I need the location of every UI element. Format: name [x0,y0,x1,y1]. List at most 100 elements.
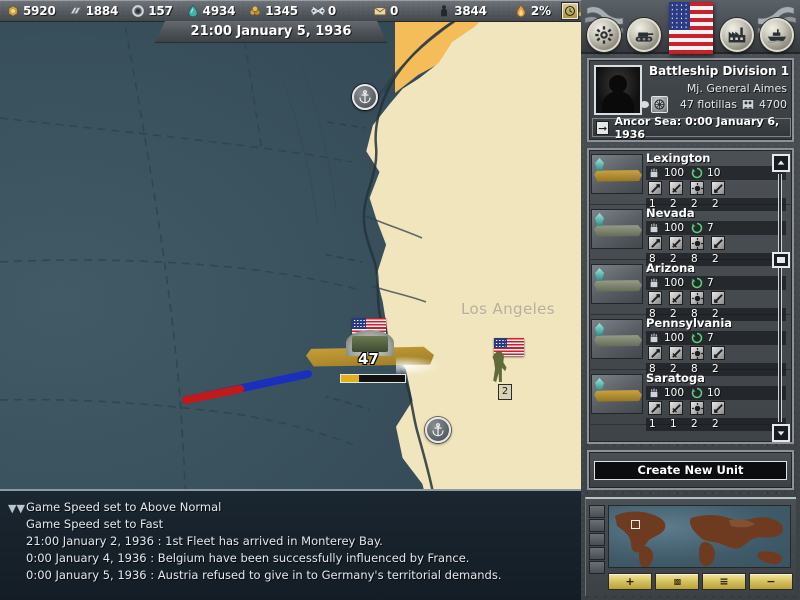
organisation-icon [691,387,703,399]
ship-primary-stats: 100 7 [646,221,786,235]
resource-messages[interactable]: 0 [373,4,398,18]
organisation-icon [691,277,703,289]
arrow-right-icon: ➞ [596,121,609,135]
air-defence-icon [690,181,704,195]
minimap-side-button-4[interactable] [589,547,605,560]
ship-stat-values: 1 1 2 2 [646,418,786,431]
ship-strength: 100 [664,387,684,399]
rare-materials-icon [131,4,145,18]
minimap-viewport-box[interactable] [631,520,640,529]
land-units-button[interactable] [627,18,661,52]
date-banner[interactable]: 21:00 January 5, 1936 [155,21,387,43]
ship-strength: 100 [664,332,684,344]
commander-portrait[interactable] [594,65,642,115]
naval-base-marker-south[interactable] [425,417,451,443]
chevron-up-icon [776,158,786,168]
ship-stat-value: 2 [691,418,712,431]
resource-rare-materials[interactable]: 157 [131,4,172,18]
globe-grid-icon [653,98,666,111]
ship-list-item[interactable]: Nevada 100 7 [589,205,792,260]
ship-stat-value: 2 [712,418,733,431]
ship-list-item[interactable]: Arizona 100 7 [589,260,792,315]
tank-icon [634,25,654,45]
resource-money[interactable]: 5920 [6,4,56,18]
shore-bombard-icon [711,291,725,305]
ship-strength: 100 [664,277,684,289]
country-flag[interactable] [669,2,713,54]
fleet-strength-bar [340,374,406,383]
collapse-icon[interactable]: ▼▼ [8,503,22,515]
ship-name: Lexington [646,152,786,165]
zoom-out-button[interactable]: − [749,573,793,590]
metal-icon [69,4,83,18]
industry-button[interactable] [720,18,754,52]
commander-name: Mj. General Aimes [687,82,787,95]
fleet-counter[interactable]: 47 [300,318,440,398]
minimap-side-button-3[interactable] [589,533,605,546]
zoom-in-button[interactable]: + [608,573,652,590]
resource-convoys[interactable]: 0 [311,4,336,18]
resource-dissent[interactable]: 2% [514,4,551,18]
sub-attack-icon [669,291,683,305]
destination-bar[interactable]: ➞ Ancor Sea: 0:00 January 6, 1936 [592,118,791,137]
money-icon [6,4,20,18]
log-entry[interactable]: 0:00 January 4, 1936 : Belgium have been… [26,550,502,567]
fleet-counter-number: 47 [358,350,379,368]
ship-list-item[interactable]: Lexington 100 10 [589,150,792,205]
ship-stat-value: 1 [670,418,691,431]
ship-wake [396,356,442,376]
organisation-icon [691,167,703,179]
resource-oil[interactable]: 4934 [186,4,236,18]
ship-name: Arizona [646,262,786,275]
sub-attack-icon [669,236,683,250]
terrain-mode-button[interactable]: ▩ [655,573,699,590]
ship-primary-stats: 100 10 [646,386,786,400]
organisation-icon [691,332,703,344]
naval-base-marker-north[interactable] [352,84,378,110]
shore-bombard-icon [711,346,725,360]
ship-organisation: 7 [707,332,714,344]
resource-metal[interactable]: 1884 [69,4,119,18]
scroll-up-button[interactable] [772,154,790,172]
naval-units-button[interactable] [760,18,794,52]
message-log[interactable]: ▼▼ Game Speed set to Above Normal Game S… [0,489,581,600]
minimap-side-button-5[interactable] [589,561,605,574]
unit-info-card[interactable]: Battleship Division 1 Mj. General Aimes … [587,58,794,142]
log-entry[interactable]: Game Speed set to Above Normal [26,499,502,516]
production-button[interactable] [587,18,621,52]
ship-list-scrollbar[interactable] [770,154,790,442]
ship-list[interactable]: Lexington 100 10 [587,148,794,444]
log-entry[interactable]: Game Speed set to Fast [26,516,502,533]
air-defence-icon [690,291,704,305]
factory-icon [727,25,747,45]
list-mode-button[interactable]: ≡ [702,573,746,590]
flotillas-count: 47 flotillas [680,98,737,111]
log-entry[interactable]: 0:00 January 5, 1936 : Austria refused t… [26,567,502,584]
create-new-unit-button[interactable]: Create New Unit [594,461,787,480]
sea-attack-icon [648,181,662,195]
anchor-icon [430,422,446,438]
minimap-side-button-2[interactable] [589,519,605,532]
land-unit-counter[interactable]: 2 [484,334,530,400]
air-defence-icon [690,346,704,360]
unit-title: Battleship Division 1 [645,64,793,78]
log-entry[interactable]: 21:00 January 2, 1936 : 1st Fleet has ar… [26,533,502,550]
scroll-down-button[interactable] [772,424,790,442]
minimap-side-button-1[interactable] [589,505,605,518]
ship-icon [767,25,787,45]
strength-icon [648,167,660,179]
city-label-los-angeles: Los Angeles [461,300,555,318]
resource-manpower[interactable]: 3844 [437,4,487,18]
strength-icon [648,332,660,344]
hq-icon[interactable] [651,96,668,113]
supplies-icon [248,4,262,18]
resource-supplies[interactable]: 1345 [248,4,298,18]
ship-strength: 100 [664,167,684,179]
ship-stat-value: 1 [649,418,670,431]
scrollbar-thumb[interactable] [772,252,790,268]
manpower-value: 4700 [759,98,787,111]
resource-industry[interactable]: 164/782 [576,4,581,18]
world-minimap[interactable] [608,505,791,568]
ship-list-item[interactable]: Pennsylvania 100 7 [589,315,792,370]
ship-list-item[interactable]: Saratoga 100 10 [589,370,792,425]
